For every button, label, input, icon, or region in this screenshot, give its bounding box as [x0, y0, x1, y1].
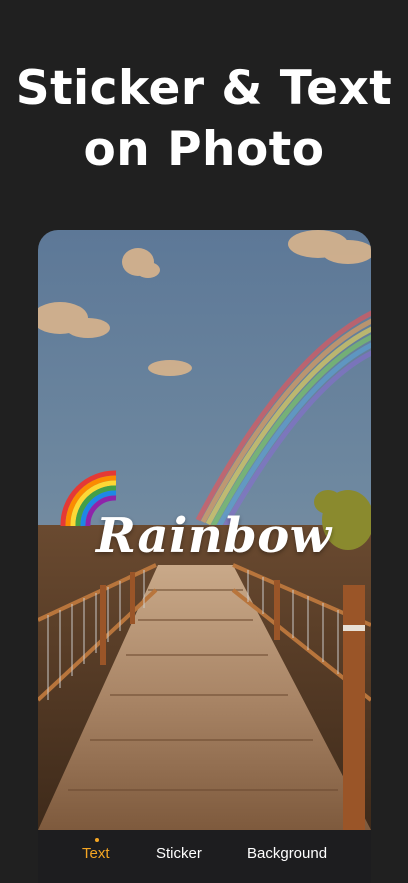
phone-preview: Rainbow Text Sticker Background: [38, 230, 371, 883]
editor-tab-bar: Text Sticker Background: [38, 830, 371, 883]
tab-text[interactable]: Text: [82, 845, 110, 862]
headline-line-2: on Photo: [83, 122, 325, 177]
tab-sticker[interactable]: Sticker: [156, 845, 202, 862]
headline-line-1: Sticker & Text: [15, 61, 393, 116]
tab-background[interactable]: Background: [247, 845, 327, 862]
promo-headline: Sticker & Text on Photo: [0, 58, 408, 180]
active-tab-indicator: [95, 838, 99, 842]
overlay-text-rainbow[interactable]: Rainbow: [96, 508, 332, 564]
